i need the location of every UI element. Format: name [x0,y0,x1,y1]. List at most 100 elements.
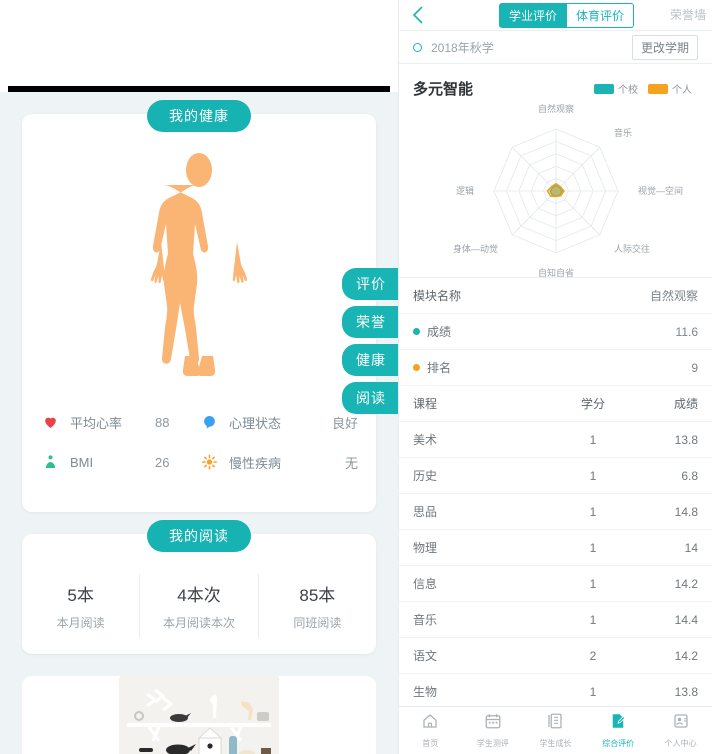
module-table: 模块名称 自然观察 成绩 11.6 排名 9 [399,277,712,386]
course-score: 14.2 [674,648,698,663]
course-credit: 1 [589,540,597,555]
course-table-row[interactable]: 信息 1 14.2 [399,566,712,602]
nav-item-comprehensive-evaluation[interactable]: 综合评价 [587,712,650,749]
course-table-row[interactable]: 物理 1 14 [399,530,712,566]
health-card-title: 我的健康 [147,100,251,132]
health-stat-label: 慢性疾病 [229,455,282,471]
course-name: 历史 [413,469,438,483]
course-table-row[interactable]: 历史 1 6.8 [399,458,712,494]
reading-stat-label: 本月阅读 [56,616,105,630]
heart-icon [40,412,60,432]
svg-text:逻辑: 逻辑 [455,185,473,196]
health-stat-row: 平均心率 88 心理状态 良好 [40,402,358,442]
reading-stat-number: 5本 [67,586,94,605]
profile-icon [672,712,690,735]
reading-card: 我的阅读 5本 本月阅读 4本次 本月阅读本次 85本 同班阅读 [22,520,376,654]
semester-row: 2018年秋学 更改学期 [399,30,712,64]
legend-label-school: 个校 [618,85,638,96]
module-table-row-rank: 排名 9 [399,350,712,386]
course-score: 13.8 [674,684,698,699]
nav-item-student-assessment[interactable]: 学生测评 [462,712,525,749]
evaluation-tabs: 学业评价 体育评价 [499,2,635,28]
health-stat-row: BMI 26 慢性疾病 无 [40,442,358,482]
nav-label: 综合评价 [602,739,635,748]
health-stat-label: BMI [70,454,94,470]
sun-icon [199,452,219,472]
module-row-value: 9 [691,360,698,375]
floating-tab-health[interactable]: 健康 [342,344,398,376]
course-rows-container: 美术 1 13.8 历史 1 6.8 思品 1 14.8 物理 1 14 信息 1 14.2 音乐 1 14.4 语… [399,422,712,706]
tab-academic-evaluation[interactable]: 学业评价 [499,2,568,28]
reading-stat-label: 本月阅读本次 [162,616,235,630]
orange-dot-icon [413,364,420,371]
course-score: 14.2 [674,576,698,591]
svg-text:人际交往: 人际交往 [614,243,650,254]
change-semester-button[interactable]: 更改学期 [631,34,698,60]
reading-card-title: 我的阅读 [147,520,251,552]
course-table-row[interactable]: 语文 2 14.2 [399,638,712,674]
course-credit: 1 [589,468,597,483]
module-table-header: 模块名称 自然观察 [399,278,712,314]
honor-wall-link[interactable]: 荣誉墙 [670,6,706,23]
course-name: 语文 [413,649,438,663]
floating-tab-reading[interactable]: 阅读 [342,382,398,414]
nav-item-home[interactable]: 首页 [399,712,462,749]
course-header-score: 成绩 [673,397,698,411]
health-card: 我的健康 平均心率 88 心理状态 良好 BMI 26 慢性疾病 无 [22,100,376,512]
module-row-label: 成绩 [427,325,452,339]
health-stat-label: 平均心率 [70,415,123,431]
course-name: 物理 [413,541,438,555]
health-stat-value: 良好 [331,415,358,431]
floating-tab-honor[interactable]: 荣誉 [342,306,398,338]
reading-stat-month: 5本 本月阅读 [22,574,141,638]
course-credit: 1 [589,576,597,591]
book-icon [546,712,564,735]
course-credit: 1 [589,504,597,519]
calendar-icon [484,712,502,735]
course-header-credit: 学分 [580,397,605,411]
course-table-row[interactable]: 美术 1 13.8 [399,422,712,458]
nav-label: 学生成长 [539,739,572,748]
floating-tab-evaluation[interactable]: 评价 [342,268,398,300]
legend-label-personal: 个人 [672,85,692,96]
bmi-icon [40,452,60,472]
photo-card [22,676,376,754]
radar-chart: 自然观察 音乐 视觉—空间 人际交往 自知自省 身体—动觉 逻辑 [399,99,712,277]
course-score: 14 [684,540,698,555]
chevron-left-icon[interactable] [405,6,431,24]
course-credit: 2 [589,648,597,663]
left-content-area: 我的健康 平均心率 88 心理状态 良好 BMI 26 慢性疾病 无 我的阅读 … [0,92,398,754]
svg-text:音乐: 音乐 [614,127,632,138]
course-table-row[interactable]: 思品 1 14.8 [399,494,712,530]
module-row-label: 排名 [427,361,452,375]
course-name: 思品 [413,505,438,519]
health-stat-label: 心理状态 [229,415,282,431]
svg-text:自知自省: 自知自省 [537,267,573,277]
nav-item-student-growth[interactable]: 学生成长 [524,712,587,749]
reading-stat-month-times: 4本次 本月阅读本次 [140,574,259,638]
teal-dot-icon [413,328,420,335]
bottom-nav: 首页 学生测评 学生成长 综合评价 个人中心 [399,706,712,754]
module-row-value: 11.6 [675,324,698,339]
health-stat-value: 26 [155,454,170,470]
chart-legend: 个校 个人 [594,81,698,96]
legend-swatch-personal [648,83,668,94]
course-name: 生物 [413,685,438,699]
reading-stat-label: 同班阅读 [293,616,342,630]
brain-icon [199,412,219,432]
course-table-row[interactable]: 生物 1 13.8 [399,674,712,706]
course-score: 14.4 [674,612,698,627]
reading-stat-number: 85本 [299,586,336,605]
nav-item-profile[interactable]: 个人中心 [649,712,712,749]
health-stat-heart-rate: 平均心率 88 [40,412,199,432]
tab-sports-evaluation[interactable]: 体育评价 [567,2,635,28]
top-bar: 学业评价 体育评价 荣誉墙 [399,0,712,30]
course-name: 音乐 [413,613,438,627]
course-credit: 1 [589,432,597,447]
course-score: 13.8 [674,432,698,447]
course-table-row[interactable]: 音乐 1 14.4 [399,602,712,638]
health-stat-mental-state: 心理状态 良好 [199,412,358,432]
edit-doc-icon [609,712,627,735]
reading-stats-row: 5本 本月阅读 4本次 本月阅读本次 85本 同班阅读 [22,574,376,638]
course-name: 美术 [413,433,438,447]
